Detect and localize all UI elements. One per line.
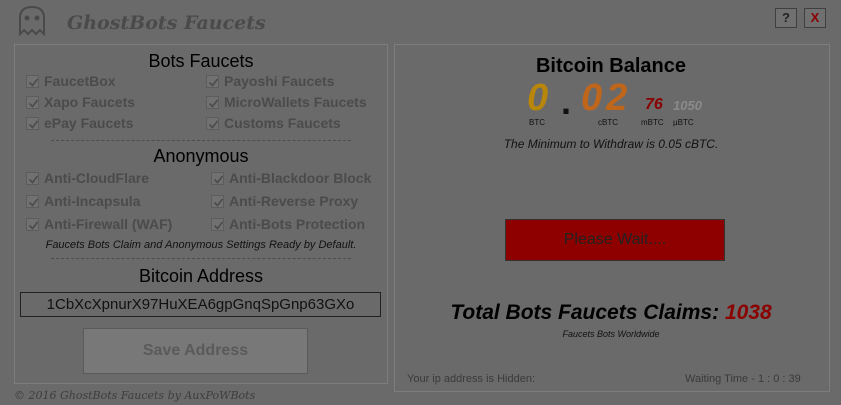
cbtc-unit-label: cBTC	[598, 118, 618, 127]
checkbox-label: FaucetBox	[44, 73, 116, 89]
checkmark-icon	[206, 96, 219, 109]
checkmark-icon	[26, 117, 39, 130]
balance-panel: Bitcoin Balance 0 . 02 76 1050 BTC cBTC …	[394, 44, 830, 392]
btc-digit: 0	[527, 77, 549, 119]
checkmark-icon	[26, 195, 39, 208]
save-address-button[interactable]: Save Address	[83, 328, 308, 374]
checkmark-icon	[26, 218, 39, 231]
settings-panel: Bots Faucets FaucetBox Payoshi Faucets X…	[14, 44, 388, 384]
ubtc-digits: 1050	[673, 98, 702, 113]
total-claims-subtitle: Faucets Bots Worldwide	[562, 329, 660, 339]
checkbox-label: Payoshi Faucets	[224, 73, 335, 89]
checkmark-icon	[206, 117, 219, 130]
ubtc-unit-label: µBTC	[673, 118, 694, 127]
decimal-point: .	[561, 81, 572, 122]
address-section-title: Bitcoin Address	[138, 266, 264, 286]
copyright-text: © 2016 GhostBots Faucets by AuxPoWBots	[14, 389, 256, 402]
checkmark-icon	[211, 218, 224, 231]
total-claims: Total Bots Faucets Claims: 1038	[395, 301, 827, 325]
please-wait-button[interactable]: Please Wait....	[505, 219, 725, 261]
app-title: GhostBots Faucets	[67, 12, 266, 34]
checkbox-label: Anti-Blackdoor Block	[229, 170, 372, 186]
divider	[51, 140, 351, 141]
checkbox-label: Anti-CloudFlare	[44, 170, 149, 186]
total-claims-value: 1038	[724, 301, 772, 324]
ip-address-status: Your ip address is Hidden:	[407, 373, 536, 385]
checkmark-icon	[26, 96, 39, 109]
checkbox-label: Anti-Bots Protection	[229, 216, 366, 232]
checkmark-icon	[26, 172, 39, 185]
checkbox-label: Anti-Firewall (WAF)	[44, 216, 173, 232]
waiting-time: Waiting Time - 1 : 0 : 39	[685, 373, 801, 385]
ghost-icon	[14, 4, 50, 37]
bitcoin-address-input[interactable]	[20, 292, 381, 317]
title-bar: GhostBots Faucets ? X	[0, 0, 841, 40]
settings-note: Faucets Bots Claim and Anonymous Setting…	[45, 239, 357, 251]
cbtc-digits: 02	[581, 77, 632, 119]
checkmark-icon	[211, 172, 224, 185]
checkmark-icon	[26, 75, 39, 88]
mbtc-unit-label: mBTC	[641, 118, 664, 127]
checkbox-label: ePay Faucets	[44, 115, 134, 131]
checkmark-icon	[211, 195, 224, 208]
balance-title: Bitcoin Balance	[535, 55, 687, 77]
btc-unit-label: BTC	[529, 118, 545, 127]
withdraw-minimum-note: The Minimum to Withdraw is 0.05 cBTC.	[503, 137, 719, 151]
divider	[51, 258, 351, 259]
close-button[interactable]: X	[804, 8, 826, 28]
faucets-section-title: Bots Faucets	[148, 51, 254, 71]
total-claims-label: Total Bots Faucets Claims:	[450, 301, 720, 324]
app-window: GhostBots Faucets ? X Bots Faucets Fauce…	[0, 0, 841, 405]
anonymous-section-title: Anonymous	[153, 146, 249, 166]
checkbox-label: MicroWallets Faucets	[224, 94, 367, 110]
checkbox-label: Customs Faucets	[224, 115, 341, 131]
help-button[interactable]: ?	[775, 8, 797, 28]
checkbox-label: Anti-Reverse Proxy	[229, 193, 359, 209]
checkmark-icon	[206, 75, 219, 88]
checkbox-label: Anti-Incapsula	[44, 193, 141, 209]
mbtc-digits: 76	[645, 96, 663, 113]
checkbox-label: Xapo Faucets	[44, 94, 136, 110]
